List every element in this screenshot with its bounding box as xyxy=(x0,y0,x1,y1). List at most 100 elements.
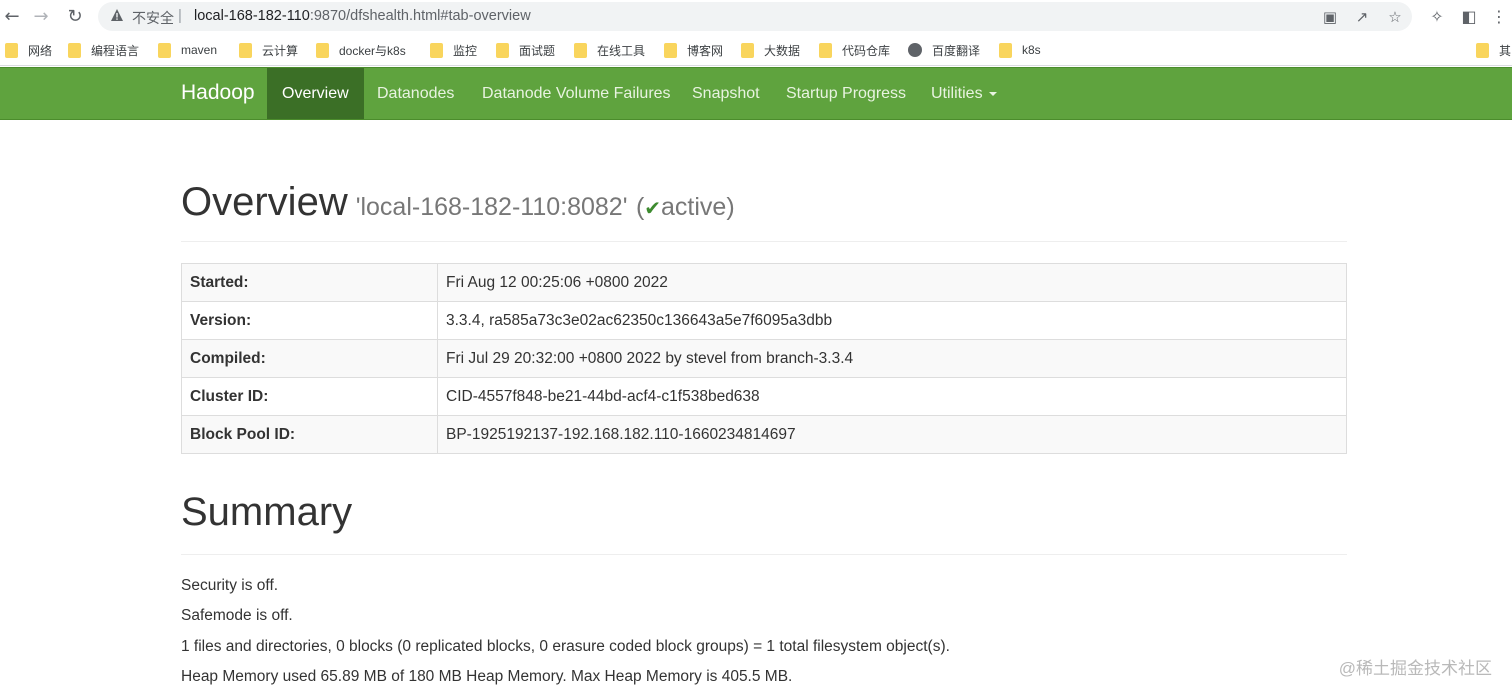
summary-title: Summary xyxy=(181,490,353,534)
bookmark-item[interactable]: 在线工具 xyxy=(574,41,645,59)
status-text: active xyxy=(661,193,727,221)
bookmark-label: 大数据 xyxy=(764,43,801,58)
tab-overview[interactable]: Overview xyxy=(267,68,364,119)
folder-icon xyxy=(664,42,677,58)
overview-title: Overview xyxy=(181,180,348,224)
tab-startup-progress[interactable]: Startup Progress xyxy=(771,68,921,119)
bookmark-label: 编程语言 xyxy=(91,43,140,58)
row-key: Compiled: xyxy=(181,339,438,378)
bookmark-label: 百度翻译 xyxy=(932,43,981,58)
share-icon[interactable]: ↗ xyxy=(1352,7,1372,27)
bookmark-label: 在线工具 xyxy=(597,43,646,58)
bookmarks-bar: 网络 编程语言 maven 云计算 docker与k8s 监控 面试题 在线工具… xyxy=(0,33,1512,66)
folder-icon xyxy=(496,42,509,58)
browser-toolbar: ← → ↻ 不安全 | local-168-182-110:9870/dfshe… xyxy=(0,0,1512,33)
bookmark-item[interactable]: docker与k8s xyxy=(316,41,406,59)
reload-icon[interactable]: ↻ xyxy=(63,4,87,28)
bookmark-item[interactable]: 监控 xyxy=(430,41,477,59)
bookmark-item[interactable]: 云计算 xyxy=(239,41,298,59)
row-value: 3.3.4, ra585a73c3e02ac62350c136643a5e7f6… xyxy=(437,301,1347,340)
bookmark-item[interactable]: 博客网 xyxy=(664,41,723,59)
check-icon: ✔ xyxy=(644,196,662,220)
table-row: Compiled: Fri Jul 29 20:32:00 +0800 2022… xyxy=(181,339,1347,378)
divider xyxy=(181,554,1347,555)
table-row: Version: 3.3.4, ra585a73c3e02ac62350c136… xyxy=(181,301,1347,340)
url-separator: | xyxy=(178,7,182,24)
bookmark-item[interactable]: 代码仓库 xyxy=(819,41,890,59)
insecure-label: 不安全 xyxy=(132,10,174,26)
back-arrow-icon[interactable]: ← xyxy=(0,4,24,28)
tab-datanode-volume-failures[interactable]: Datanode Volume Failures xyxy=(467,68,686,119)
bookmark-label: 监控 xyxy=(453,43,478,58)
folder-icon xyxy=(430,42,443,58)
translate-icon[interactable]: ▣ xyxy=(1320,7,1340,27)
heap-memory: Heap Memory used 65.89 MB of 180 MB Heap… xyxy=(181,668,793,685)
table-row: Cluster ID: CID-4557f848-be21-44bd-acf4-… xyxy=(181,377,1347,416)
security-status: Security is off. xyxy=(181,577,279,594)
hadoop-navbar: Hadoop Overview Datanodes Datanode Volum… xyxy=(0,67,1512,120)
page-title: Overview'local-168-182-110:8082' (✔activ… xyxy=(181,180,735,225)
bookmark-label: docker与k8s xyxy=(339,43,406,58)
folder-icon xyxy=(158,42,171,58)
overview-table: Started: Fri Aug 12 00:25:06 +0800 2022 … xyxy=(181,263,1347,454)
bookmark-item[interactable]: k8s xyxy=(999,41,1041,59)
tab-snapshot[interactable]: Snapshot xyxy=(677,68,775,119)
forward-arrow-icon[interactable]: → xyxy=(29,4,53,28)
bookmark-label: 其 xyxy=(1499,43,1512,58)
bookmark-item[interactable]: 百度翻译 xyxy=(908,41,980,59)
tab-utilities-label: Utilities xyxy=(931,85,983,102)
row-value: Fri Aug 12 00:25:06 +0800 2022 xyxy=(437,263,1347,302)
tab-datanodes[interactable]: Datanodes xyxy=(362,68,469,119)
bookmark-item[interactable]: 网络 xyxy=(5,41,52,59)
navbar-brand[interactable]: Hadoop xyxy=(181,81,255,105)
folder-icon xyxy=(316,42,329,58)
row-key: Cluster ID: xyxy=(181,377,438,416)
watermark: @稀土掘金技术社区 xyxy=(1338,659,1492,678)
paren-close: ) xyxy=(726,193,735,221)
sidepanel-icon[interactable]: ◧ xyxy=(1458,5,1480,27)
table-row: Started: Fri Aug 12 00:25:06 +0800 2022 xyxy=(181,263,1347,302)
namenode-host: 'local-168-182-110:8082' xyxy=(355,193,628,221)
folder-icon xyxy=(5,42,18,58)
url-host: local-168-182-110 xyxy=(194,8,310,24)
bookmark-label: 代码仓库 xyxy=(842,43,891,58)
safemode-status: Safemode is off. xyxy=(181,607,293,624)
status-badge: (✔active) xyxy=(636,193,735,221)
caret-down-icon xyxy=(988,91,997,96)
url-text[interactable]: local-168-182-110:9870/dfshealth.html#ta… xyxy=(194,8,531,24)
row-value: Fri Jul 29 20:32:00 +0800 2022 by stevel… xyxy=(437,339,1347,378)
menu-icon[interactable]: ⋮ xyxy=(1488,5,1510,27)
globe-icon xyxy=(908,43,922,57)
row-key: Started: xyxy=(181,263,438,302)
filesystem-objects: 1 files and directories, 0 blocks (0 rep… xyxy=(181,638,950,655)
folder-icon xyxy=(1476,42,1489,58)
address-bar[interactable]: 不安全 | local-168-182-110:9870/dfshealth.h… xyxy=(98,2,1412,31)
row-value: CID-4557f848-be21-44bd-acf4-c1f538bed638 xyxy=(437,377,1347,416)
bookmark-label: 云计算 xyxy=(262,43,299,58)
url-path: :9870/dfshealth.html#tab-overview xyxy=(309,8,531,24)
divider xyxy=(181,241,1347,242)
row-value: BP-1925192137-192.168.182.110-1660234814… xyxy=(437,415,1347,454)
bookmark-item[interactable]: 面试题 xyxy=(496,41,555,59)
tab-utilities[interactable]: Utilities xyxy=(916,68,1012,119)
folder-icon xyxy=(741,42,754,58)
folder-icon xyxy=(68,42,81,58)
extensions-icon[interactable]: ✧ xyxy=(1426,5,1448,27)
table-row: Block Pool ID: BP-1925192137-192.168.182… xyxy=(181,415,1347,454)
bookmark-item[interactable]: 编程语言 xyxy=(68,41,139,59)
warning-icon xyxy=(111,9,123,21)
bookmark-item[interactable]: maven xyxy=(158,41,217,59)
bookmark-label: 网络 xyxy=(28,43,53,58)
bookmark-item[interactable]: 其 xyxy=(1476,41,1511,59)
bookmark-label: maven xyxy=(181,43,218,57)
folder-icon xyxy=(819,42,832,58)
row-key: Version: xyxy=(181,301,438,340)
bookmark-label: k8s xyxy=(1022,43,1041,57)
star-icon[interactable]: ☆ xyxy=(1385,7,1405,27)
bookmark-item[interactable]: 大数据 xyxy=(741,41,800,59)
bookmark-label: 博客网 xyxy=(687,43,724,58)
row-key: Block Pool ID: xyxy=(181,415,438,454)
bookmark-label: 面试题 xyxy=(519,43,556,58)
folder-icon xyxy=(574,42,587,58)
folder-icon xyxy=(239,42,252,58)
